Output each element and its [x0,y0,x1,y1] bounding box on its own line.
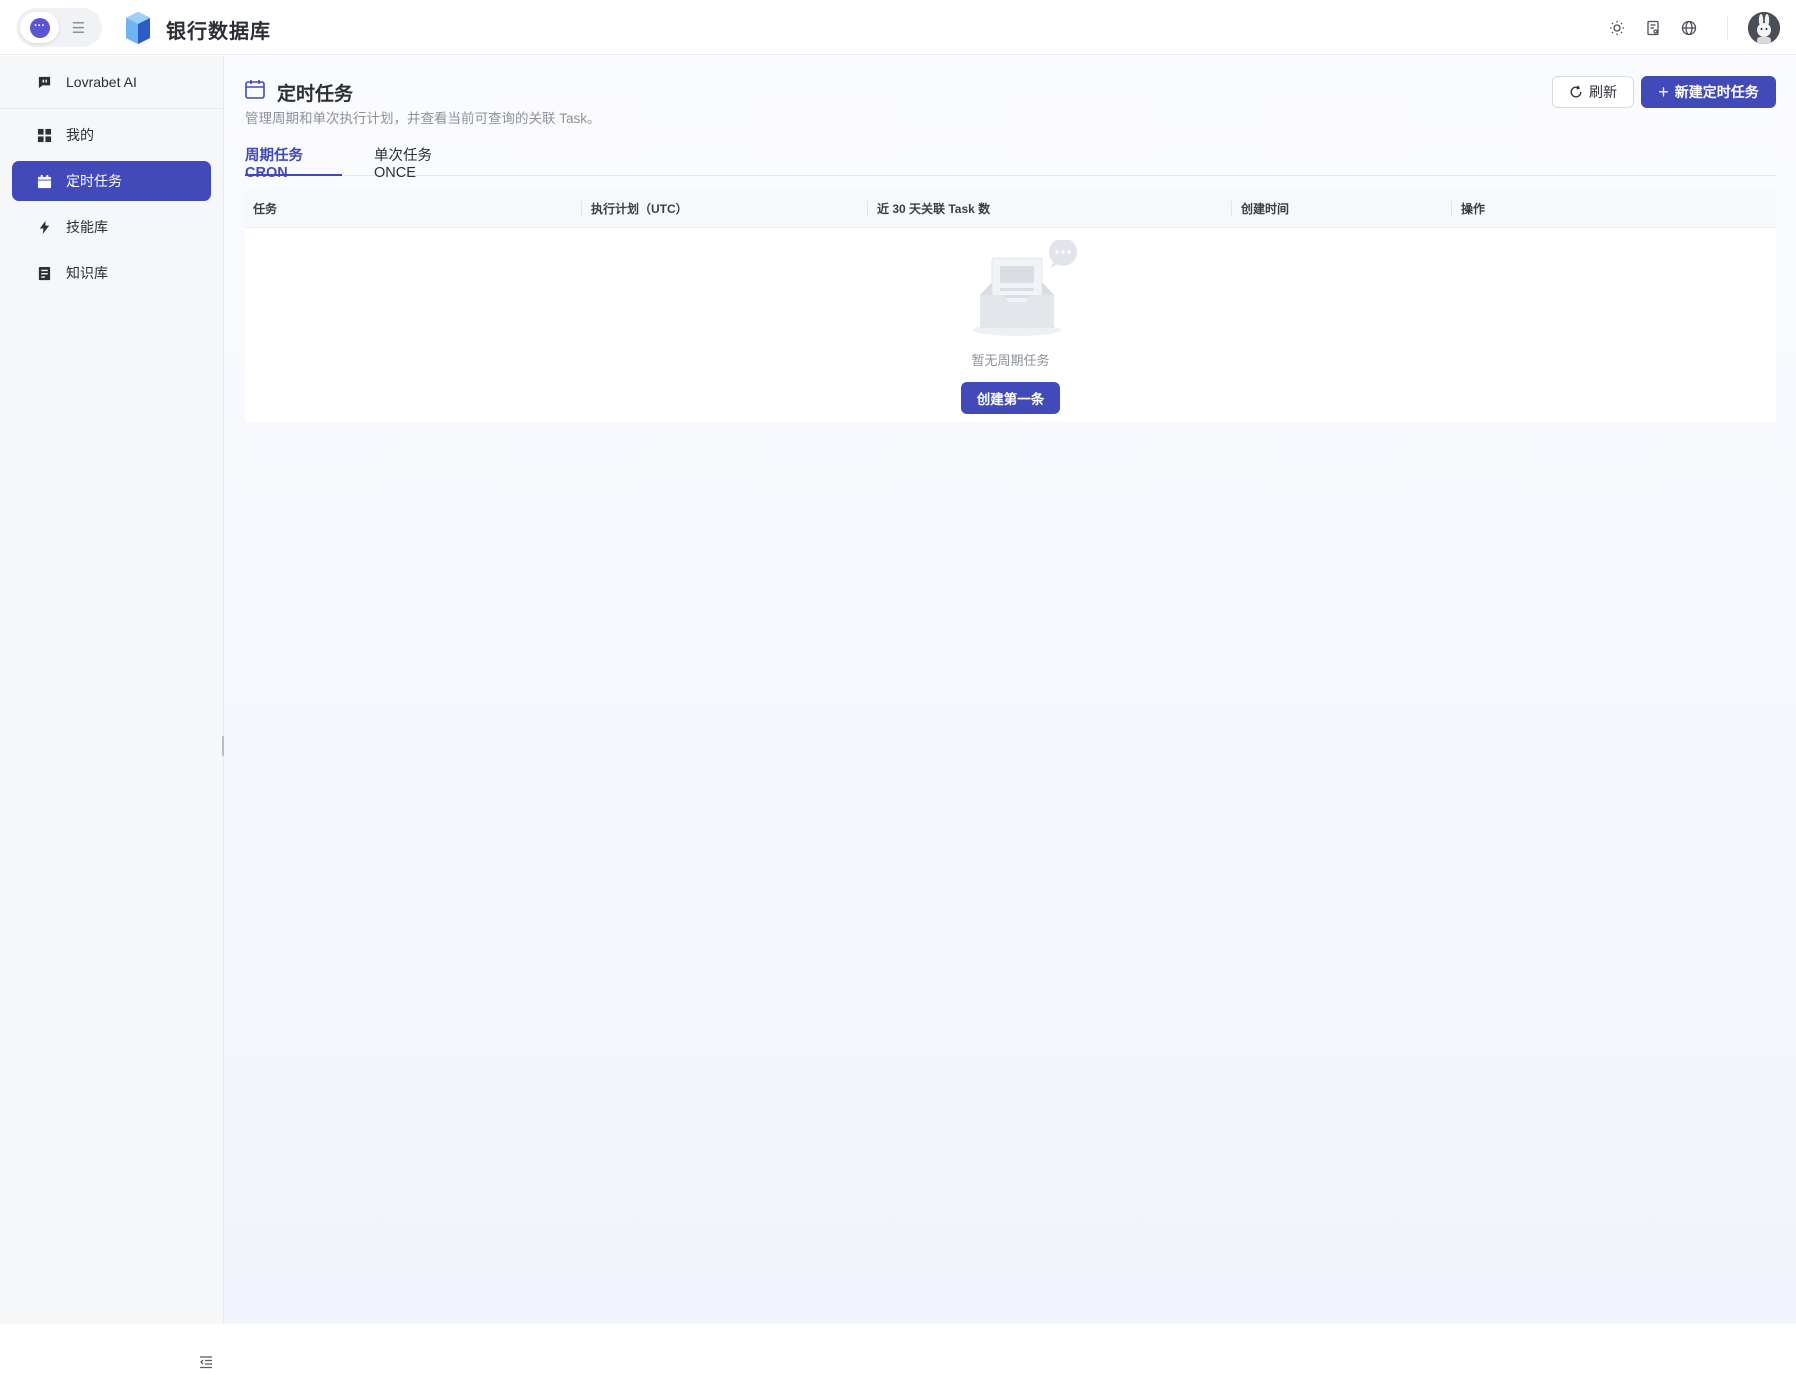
sidebar-item-scheduled-tasks[interactable]: 定时任务 [12,161,211,201]
sidebar-divider [0,108,223,109]
lightning-icon [36,219,52,235]
new-scheduled-task-button[interactable]: + 新建定时任务 [1641,76,1776,108]
column-divider [867,201,868,217]
main-content: 定时任务 管理周期和单次执行计划，并查看当前可查询的关联 Task。 刷新 + … [224,56,1796,1324]
list-mode-button[interactable]: ☰ [59,12,98,43]
column-header-schedule: 执行计划（UTC） [591,202,688,216]
column-header-task-count: 近 30 天关联 Task 数 [877,202,991,216]
sidebar-item-label: 我的 [66,127,94,143]
column-header-created-at: 创建时间 [1241,202,1290,216]
sidebar-item-label: 技能库 [66,219,108,235]
list-icon: ☰ [71,19,86,37]
sidebar-item-label: 知识库 [66,265,108,281]
column-header-actions: 操作 [1461,202,1486,216]
plus-icon: + [1658,82,1669,102]
task-type-tabs: 周期任务 CRON 单次任务 ONCE [245,144,1776,181]
ai-chat-icon [36,74,52,90]
tasks-table: 任务 执行计划（UTC） 近 30 天关联 Task 数 创建时间 操作 暂无周… [245,190,1776,422]
tab-once[interactable]: 单次任务 ONCE [374,144,474,181]
create-first-button[interactable]: 创建第一条 [961,382,1060,414]
calendar-icon [36,173,52,189]
grid-icon [36,127,52,143]
column-header-task: 任务 [253,202,278,216]
top-bar: ··· ☰ 银行数据库 [0,0,1796,55]
page-description: 管理周期和单次执行计划，并查看当前可查询的关联 Task。 [245,111,601,126]
sidebar-item-label: 定时任务 [66,173,122,189]
app-title: 银行数据库 [166,21,271,43]
sidebar-item-label: Lovrabet AI [66,74,137,90]
new-task-label: 新建定时任务 [1674,84,1759,100]
refresh-icon [1570,85,1582,98]
globe-icon[interactable] [1679,18,1699,38]
sidebar-item-mine[interactable]: 我的 [12,115,211,155]
sidebar-item-skills[interactable]: 技能库 [12,207,211,247]
tab-cron[interactable]: 周期任务 CRON [245,144,342,181]
top-divider [1727,16,1728,40]
collapse-sidebar-icon[interactable] [198,1354,214,1370]
column-divider [1231,201,1232,217]
refresh-label: 刷新 [1589,84,1617,100]
book-icon [36,265,52,281]
sun-icon[interactable] [1607,18,1627,38]
mode-switch[interactable]: ··· ☰ [16,8,102,47]
column-divider [1451,201,1452,217]
refresh-button[interactable]: 刷新 [1552,76,1634,108]
chat-mode-button[interactable]: ··· [20,12,59,43]
chat-bubble-icon: ··· [29,17,50,38]
calendar-icon [245,80,265,99]
app-logo-icon [126,12,150,44]
table-header: 任务 执行计划（UTC） 近 30 天关联 Task 数 创建时间 操作 [245,190,1776,228]
page-title: 定时任务 [277,84,354,105]
empty-inbox-icon [973,240,1077,336]
sidebar: Lovrabet AI 我的 定时任务 技能库 知识库 [0,56,224,1369]
user-avatar[interactable] [1748,12,1780,44]
document-icon[interactable] [1643,18,1663,38]
sidebar-item-lovrabet-ai[interactable]: Lovrabet AI [12,62,211,102]
top-icons [1607,11,1780,45]
empty-state-text: 暂无周期任务 [971,353,1050,368]
sidebar-item-knowledge[interactable]: 知识库 [12,253,211,293]
column-divider [581,201,582,217]
